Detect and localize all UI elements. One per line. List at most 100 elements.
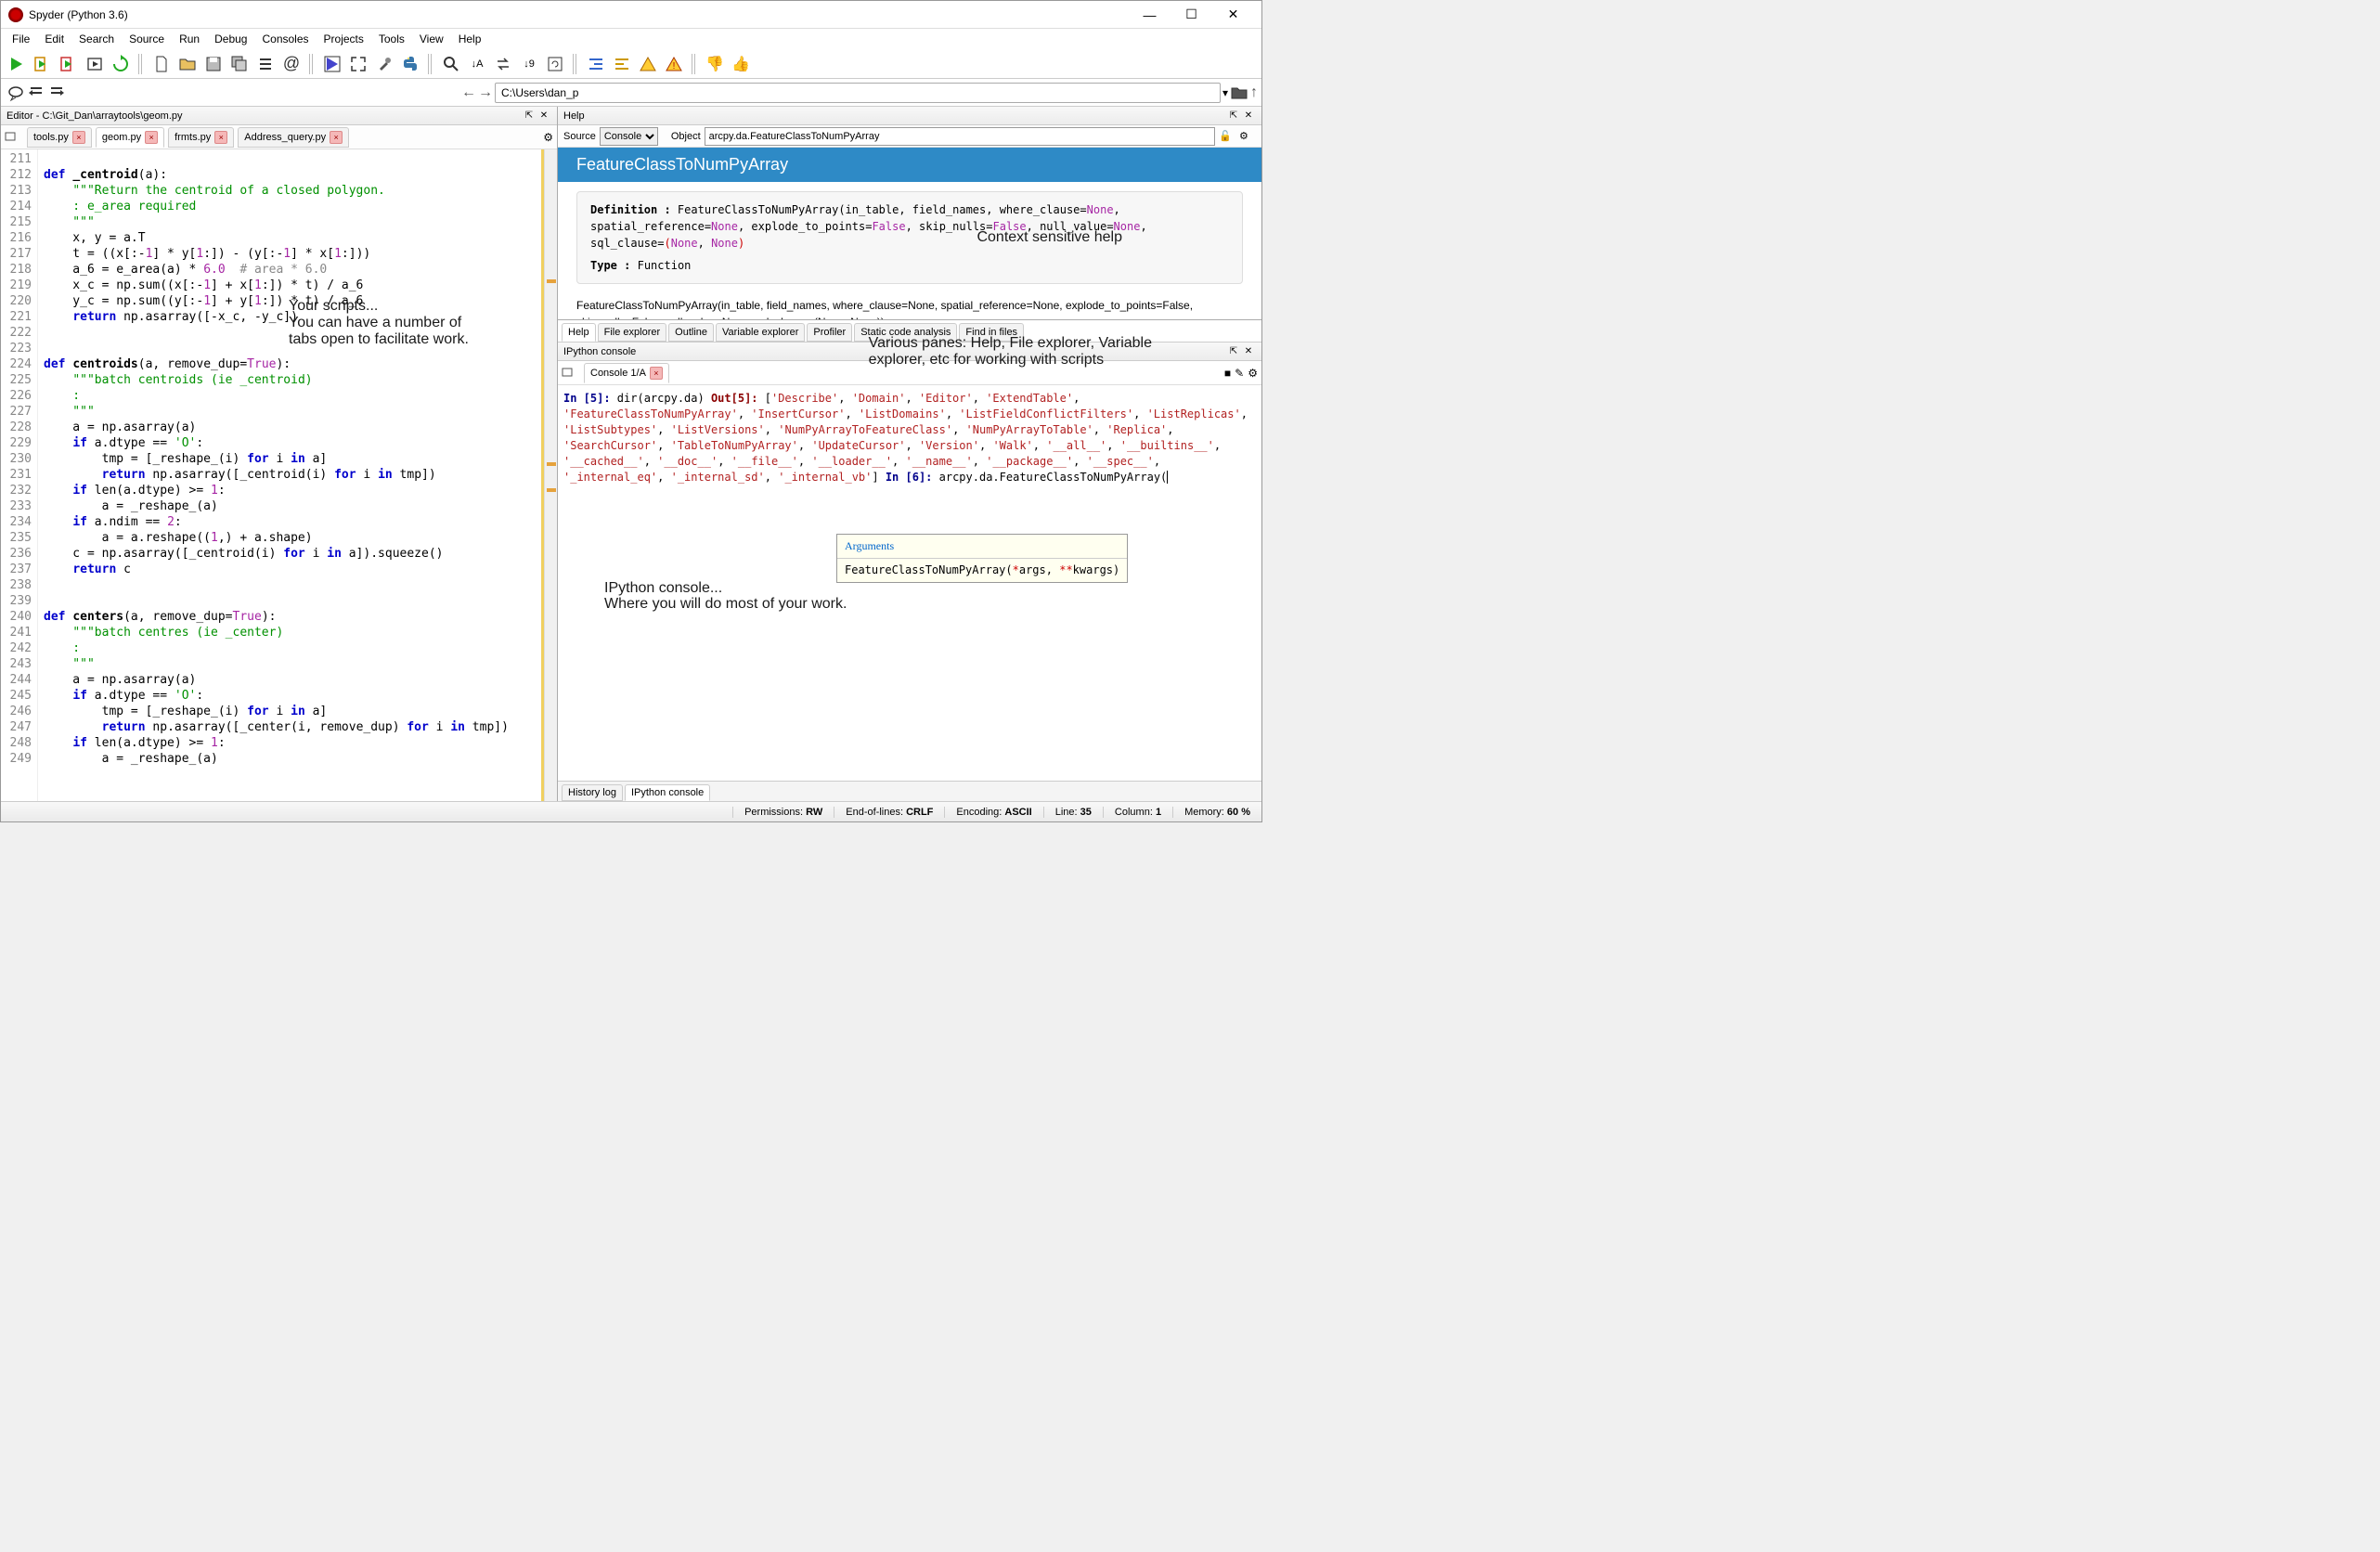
- ipython-close-button[interactable]: ✕: [1241, 344, 1256, 359]
- subtab-profiler[interactable]: Profiler: [807, 323, 852, 342]
- subtab-static-analysis[interactable]: Static code analysis: [854, 323, 957, 342]
- thumbs-up-button[interactable]: 👍: [729, 52, 753, 76]
- menu-run[interactable]: Run: [172, 31, 207, 47]
- line-gutter: 211 212 213 214 215 216 217 218 219 220 …: [1, 149, 38, 801]
- back-button[interactable]: ←: [461, 84, 476, 101]
- working-dir-box[interactable]: C:\Users\dan_p: [495, 83, 1221, 103]
- console[interactable]: In [5]: dir(arcpy.da) Out[5]: ['Describe…: [558, 385, 1261, 781]
- at-button[interactable]: @: [279, 52, 304, 76]
- console-tablist-button[interactable]: [562, 367, 580, 380]
- ipython-undock-button[interactable]: ⇱: [1226, 344, 1241, 359]
- debug-button[interactable]: [320, 52, 344, 76]
- indent-button[interactable]: [584, 52, 608, 76]
- run-selection-button[interactable]: [83, 52, 107, 76]
- swap-button[interactable]: [491, 52, 515, 76]
- help-title: Help: [563, 110, 585, 122]
- subtab-variable-explorer[interactable]: Variable explorer: [716, 323, 805, 342]
- menu-projects[interactable]: Projects: [317, 31, 371, 47]
- save-button[interactable]: [201, 52, 226, 76]
- help-close-button[interactable]: ✕: [1241, 109, 1256, 123]
- object-input[interactable]: [705, 127, 1215, 146]
- tab-tools[interactable]: tools.py×: [27, 127, 92, 148]
- find-button[interactable]: [439, 52, 463, 76]
- parent-dir-button[interactable]: ↑: [1250, 84, 1258, 101]
- subtab-outline[interactable]: Outline: [668, 323, 714, 342]
- comment-button[interactable]: [6, 84, 25, 102]
- warning-button[interactable]: [636, 52, 660, 76]
- tab-frmts[interactable]: frmts.py×: [168, 127, 234, 148]
- editor-undock-button[interactable]: ⇱: [522, 109, 537, 123]
- pythonpath-button[interactable]: [398, 52, 422, 76]
- close-icon[interactable]: ×: [330, 131, 343, 144]
- tab-geom[interactable]: geom.py ×: [96, 127, 164, 148]
- minimize-button[interactable]: ―: [1129, 1, 1171, 29]
- scroll-strip[interactable]: [544, 149, 557, 801]
- help-undock-button[interactable]: ⇱: [1226, 109, 1241, 123]
- console-tab-1a[interactable]: Console 1/A×: [584, 363, 669, 383]
- sort-az-button[interactable]: ↓A: [465, 52, 489, 76]
- browse-dir-button[interactable]: [1230, 84, 1248, 102]
- forward-button[interactable]: →: [478, 84, 493, 101]
- thumbs-down-button[interactable]: 👎: [703, 52, 727, 76]
- menu-source[interactable]: Source: [122, 31, 172, 47]
- close-icon[interactable]: ×: [72, 131, 85, 144]
- editor-options-button[interactable]: ⚙: [543, 131, 553, 144]
- stop-kernel-button[interactable]: ■: [1224, 367, 1231, 380]
- menu-help[interactable]: Help: [451, 31, 489, 47]
- run-cell-button[interactable]: [31, 52, 55, 76]
- menu-tools[interactable]: Tools: [371, 31, 412, 47]
- tab-history-log[interactable]: History log: [562, 784, 623, 801]
- tab-label: geom.py: [102, 132, 141, 143]
- sort-19-button[interactable]: ↓9: [517, 52, 541, 76]
- main-toolbar: @ ↓A ↓9 ! 👎 👍: [1, 49, 1261, 79]
- menu-edit[interactable]: Edit: [37, 31, 71, 47]
- save-all-button[interactable]: [227, 52, 252, 76]
- tab-ipython-console[interactable]: IPython console: [625, 784, 710, 801]
- nav-toolbar: ← → C:\Users\dan_p ▾ ↑: [1, 79, 1261, 107]
- maximize-pane-button[interactable]: [346, 52, 370, 76]
- status-memory: Memory: 60 %: [1172, 807, 1261, 818]
- tab-list-button[interactable]: [5, 131, 23, 144]
- source-select[interactable]: Console: [600, 127, 658, 146]
- close-icon[interactable]: ×: [650, 367, 663, 380]
- indent-block-button[interactable]: [47, 84, 66, 102]
- subtab-help[interactable]: Help: [562, 323, 596, 342]
- help-options-button[interactable]: ⚙: [1239, 130, 1256, 142]
- close-icon[interactable]: ×: [145, 131, 158, 144]
- dedent-button[interactable]: [610, 52, 634, 76]
- editor-close-button[interactable]: ✕: [537, 109, 551, 123]
- menu-view[interactable]: View: [412, 31, 451, 47]
- subtab-find-in-files[interactable]: Find in files: [959, 323, 1024, 342]
- clear-button[interactable]: ✎: [1235, 367, 1244, 380]
- rerun-button[interactable]: [109, 52, 133, 76]
- menubar: File Edit Search Source Run Debug Consol…: [1, 29, 1261, 49]
- open-file-button[interactable]: [175, 52, 200, 76]
- right-column: Help ⇱ ✕ Source Console Object 🔓 ⚙ Featu…: [558, 107, 1261, 801]
- menu-debug[interactable]: Debug: [207, 31, 254, 47]
- list-button[interactable]: [253, 52, 278, 76]
- unindent-button[interactable]: [27, 84, 45, 102]
- tab-label: History log: [568, 787, 616, 798]
- maximize-button[interactable]: ☐: [1171, 1, 1212, 29]
- tab-label: Profiler: [813, 327, 846, 338]
- path-dropdown[interactable]: ▾: [1222, 86, 1228, 99]
- close-icon[interactable]: ×: [214, 131, 227, 144]
- menu-search[interactable]: Search: [71, 31, 122, 47]
- refresh-list-button[interactable]: [543, 52, 567, 76]
- source-label: Source: [563, 131, 596, 142]
- tab-address-query[interactable]: Address_query.py×: [238, 127, 349, 148]
- lock-icon[interactable]: 🔓: [1219, 130, 1235, 142]
- error-button[interactable]: !: [662, 52, 686, 76]
- menu-consoles[interactable]: Consoles: [254, 31, 316, 47]
- code-editor[interactable]: 211 212 213 214 215 216 217 218 219 220 …: [1, 149, 557, 801]
- preferences-button[interactable]: [372, 52, 396, 76]
- new-file-button[interactable]: [149, 52, 174, 76]
- menu-file[interactable]: File: [5, 31, 37, 47]
- subtab-file-explorer[interactable]: File explorer: [598, 323, 667, 342]
- ipython-pane: IPython console Various panes: Help, Fil…: [558, 343, 1261, 801]
- console-options-button[interactable]: ⚙: [1248, 367, 1258, 380]
- run-button[interactable]: [5, 52, 29, 76]
- close-button[interactable]: ✕: [1212, 1, 1254, 29]
- run-cell-advance-button[interactable]: [57, 52, 81, 76]
- code-content[interactable]: def _centroid(a): """Return the centroid…: [38, 149, 535, 801]
